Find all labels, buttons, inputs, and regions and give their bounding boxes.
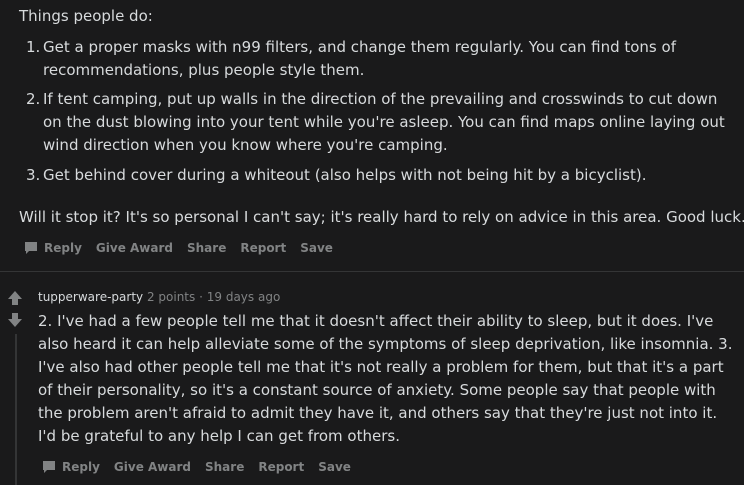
timestamp[interactable]: 19 days ago — [207, 290, 281, 304]
comment-body: 2. I've had a few people tell me that it… — [38, 312, 733, 445]
give-award-button[interactable]: Give Award — [114, 460, 191, 474]
comment-bubble-icon — [43, 461, 55, 473]
report-button[interactable]: Report — [240, 241, 286, 255]
comment-actions: Reply Give Award Share Report Save — [24, 241, 347, 255]
share-button[interactable]: Share — [205, 460, 244, 474]
list-item-text: Get behind cover during a whiteout (also… — [43, 166, 647, 184]
list-item-text: Get a proper masks with n99 filters, and… — [43, 38, 676, 79]
reply-button[interactable]: Reply — [24, 241, 82, 255]
comment-bubble-icon — [25, 242, 37, 254]
meta-separator: · — [199, 290, 203, 304]
downvote-button[interactable] — [7, 312, 23, 332]
list-item-number: 2. — [26, 90, 41, 108]
downvote-arrow-icon — [8, 313, 22, 327]
list-item-number: 1. — [26, 38, 41, 56]
thread-line[interactable] — [15, 334, 17, 485]
reply-label: Reply — [44, 241, 82, 255]
username-link[interactable]: tupperware-party — [38, 290, 143, 304]
upvote-arrow-icon — [8, 291, 22, 305]
give-award-button[interactable]: Give Award — [96, 241, 173, 255]
reply-button[interactable]: Reply — [42, 460, 100, 474]
reply-comment: tupperware-party 2 points · 19 days ago … — [0, 272, 744, 485]
points: 2 points — [146, 290, 196, 304]
parent-comment: Things people do: 1. Get a proper masks … — [0, 0, 744, 271]
reply-label: Reply — [62, 460, 100, 474]
comment-actions: Reply Give Award Share Report Save — [42, 460, 365, 474]
comment-intro: Things people do: — [19, 7, 153, 25]
save-button[interactable]: Save — [300, 241, 333, 255]
list-item-number: 3. — [26, 166, 41, 184]
report-button[interactable]: Report — [258, 460, 304, 474]
comment-meta: tupperware-party 2 points · 19 days ago — [38, 290, 280, 304]
upvote-button[interactable] — [7, 290, 23, 310]
list-item-text: If tent camping, put up walls in the dir… — [43, 90, 725, 154]
share-button[interactable]: Share — [187, 241, 226, 255]
comment-closing: Will it stop it? It's so personal I can'… — [19, 208, 744, 226]
save-button[interactable]: Save — [318, 460, 351, 474]
